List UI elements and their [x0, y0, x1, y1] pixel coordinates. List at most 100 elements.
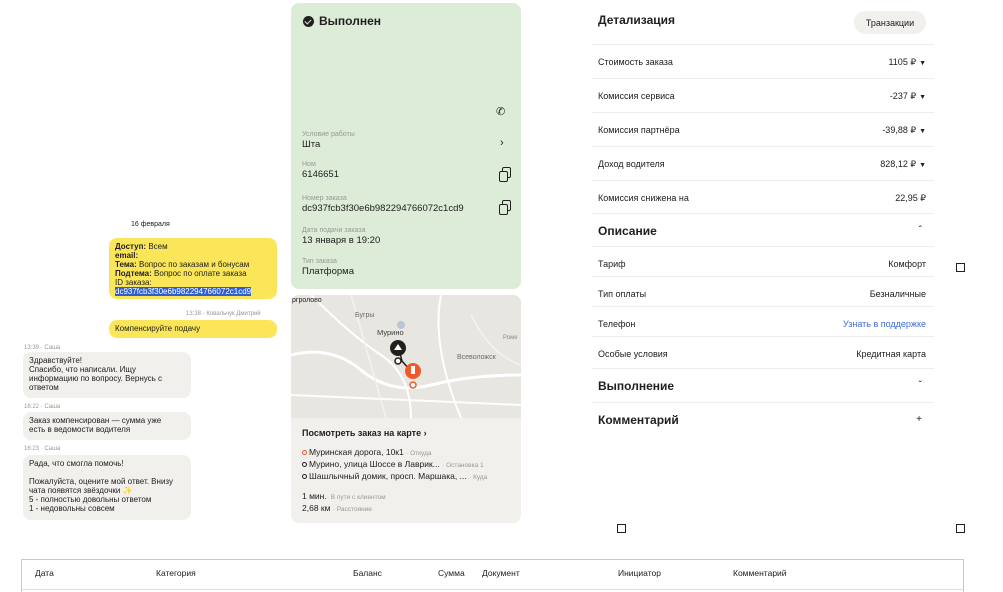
message-line: 1 - недовольны совсем	[29, 504, 115, 513]
chevron-right-icon[interactable]: ›	[500, 137, 504, 149]
map-label: Роме	[503, 335, 518, 341]
checkbox[interactable]	[956, 263, 965, 272]
order-id-label: ID заказа:	[115, 278, 152, 287]
payment-type-row: Тип оплаты Безналичные	[592, 276, 934, 310]
route-point-name: Шашлычный домик, просп. Маршака, ...	[309, 471, 467, 481]
cost-row[interactable]: Стоимость заказа 1105 ₽ ▼	[592, 44, 934, 78]
row-value: Кредитная карта	[856, 349, 926, 359]
nomer-value: 6146651	[302, 169, 339, 180]
ask-support-link[interactable]: Узнать в поддержке	[843, 319, 926, 329]
nomer-label: Ном	[302, 161, 316, 168]
column-header-amount[interactable]: Сумма	[438, 568, 465, 578]
order-status-label: Выполнен	[319, 14, 381, 28]
message-line: чата появятся звёздочки ✨	[29, 486, 133, 495]
comment-header[interactable]: Комментарий +	[592, 402, 934, 436]
row-label: Комиссия снижена на	[598, 193, 689, 203]
phone-icon[interactable]: ✆	[496, 105, 505, 118]
message-line: Заказ компенсирован — сумма уже	[29, 416, 162, 425]
copy-icon[interactable]	[499, 167, 511, 182]
map-card: ргролово Бугры Мурино Всеволожск Роме По…	[291, 295, 521, 523]
order-number-value: dc937fcb3f30e6b982294766072c1cd9	[302, 203, 464, 214]
message-line: Рада, что смогла помочь!	[29, 459, 124, 468]
eta-time-value: 1 мин.	[302, 491, 327, 501]
transactions-table: Дата Категория Баланс Сумма Документ Ини…	[21, 559, 964, 592]
message-incoming: Рада, что смогла помочь! Пожалуйста, оце…	[23, 455, 191, 520]
driver-income-row[interactable]: Доход водителя 828,12 ₽ ▼	[592, 146, 934, 180]
row-value: 22,95 ₽	[895, 193, 926, 203]
view-on-map-label: Посмотреть заказ на карте	[302, 428, 422, 438]
conditions-label: Условие работы	[302, 131, 355, 138]
row-value: 828,12 ₽ ▼	[880, 159, 926, 170]
order-number-field: Номер заказа dc937fcb3f30e6b982294766072…	[302, 194, 464, 215]
column-header-initiator[interactable]: Инициатор	[618, 568, 661, 578]
column-header-document[interactable]: Документ	[482, 568, 520, 578]
description-header[interactable]: Описание ˆ	[592, 213, 934, 247]
topic-label: Тема:	[115, 260, 137, 269]
order-date-field: Дата подачи заказа 13 января в 19:20	[302, 226, 380, 247]
map-label: Мурино	[377, 328, 404, 337]
destination-dot-icon	[302, 474, 307, 479]
section-title: Описание	[598, 224, 657, 238]
transactions-button[interactable]: Транзакции	[854, 11, 926, 34]
copy-icon[interactable]	[499, 200, 511, 215]
row-label: Стоимость заказа	[598, 57, 673, 67]
partner-fee-row[interactable]: Комиссия партнёра -39,88 ₽ ▼	[592, 112, 934, 146]
message-meta: 13:38 · Ковальчук Дмитрий	[186, 311, 261, 317]
message-incoming: Заказ компенсирован — сумма уже есть в в…	[23, 412, 191, 440]
subtopic-value: Вопрос по оплате заказа	[154, 269, 247, 278]
conditions-field[interactable]: Условие работы Шта	[302, 130, 355, 151]
message-line: 5 - полностью довольны ответом	[29, 495, 152, 504]
row-value-text: 828,12 ₽	[880, 159, 917, 169]
order-status: Выполнен	[303, 14, 381, 28]
checkbox[interactable]	[956, 524, 965, 533]
order-card: Выполнен ✆ Условие работы Шта › Ном 6146…	[291, 3, 521, 289]
order-type-label: Тип заказа	[302, 258, 337, 265]
message-line: Пожалуйста, оцените мой ответ. Внизу	[29, 477, 173, 486]
route-point: Мурино, улица Шоссе в Лаврик... · Остано…	[302, 459, 484, 469]
row-label: Комиссия сервиса	[598, 91, 675, 101]
column-header-comment[interactable]: Комментарий	[733, 568, 787, 578]
conditions-value: Шта	[302, 139, 321, 150]
order-id-selected[interactable]: dc937fcb3f30e6b982294766072c1cd9	[115, 287, 252, 296]
execution-header[interactable]: Выполнение ˇ	[592, 368, 934, 402]
column-header-category[interactable]: Категория	[156, 568, 196, 578]
route-map[interactable]: ргролово Бугры Мурино Всеволожск Роме	[291, 295, 521, 419]
row-value-text: -39,88 ₽	[882, 125, 917, 135]
phone-row: Телефон Узнать в поддержке	[592, 306, 934, 340]
view-on-map-link[interactable]: Посмотреть заказ на карте ›	[302, 428, 427, 438]
column-header-balance[interactable]: Баланс	[353, 568, 382, 578]
eta-distance-value: 2,68 км	[302, 503, 331, 513]
route-point: Шашлычный домик, просп. Маршака, ... · К…	[302, 471, 487, 481]
nomer-field: Ном 6146651	[302, 160, 339, 181]
checkbox[interactable]	[617, 524, 626, 533]
route-point-name: Муринская дорога, 10к1	[309, 447, 404, 457]
row-label: Тариф	[598, 259, 626, 269]
table-divider	[22, 589, 963, 590]
message-meta: 16:22 · Саша	[24, 404, 61, 410]
eta-time-sub: · В пути с клиентом	[326, 494, 386, 501]
chevron-up-icon: ˆ	[918, 225, 922, 236]
map-label: Всеволожск	[457, 354, 496, 361]
topic-value: Вопрос по заказам и бонусам	[139, 260, 250, 269]
map-label: Бугры	[355, 312, 375, 319]
row-value: 1105 ₽ ▼	[888, 57, 926, 68]
route-point-sub: · Остановка 1	[442, 462, 484, 469]
eta-time: 1 мин.· В пути с клиентом	[302, 491, 386, 501]
message-outgoing: Компенсируйте подачу	[109, 320, 277, 338]
chat-date: 16 февраля	[131, 221, 170, 228]
row-value: -39,88 ₽ ▼	[882, 125, 926, 136]
row-label: Телефон	[598, 319, 636, 329]
chevron-down-icon: ▼	[919, 60, 926, 67]
message-incoming: Здравствуйте! Спасибо, что написали. Ищу…	[23, 352, 191, 398]
order-type-field: Тип заказа Платформа	[302, 257, 354, 278]
route-point-sub: · Куда	[469, 474, 488, 481]
order-date-value: 13 января в 19:20	[302, 235, 381, 246]
column-header-date[interactable]: Дата	[35, 568, 54, 578]
tariff-row: Тариф Комфорт	[592, 246, 934, 280]
section-title: Выполнение	[598, 379, 675, 393]
special-conditions-row: Особые условия Кредитная карта	[592, 336, 934, 370]
row-value: Безналичные	[869, 289, 926, 299]
service-fee-row[interactable]: Комиссия сервиса -237 ₽ ▼	[592, 78, 934, 112]
origin-dot-icon	[302, 450, 307, 455]
